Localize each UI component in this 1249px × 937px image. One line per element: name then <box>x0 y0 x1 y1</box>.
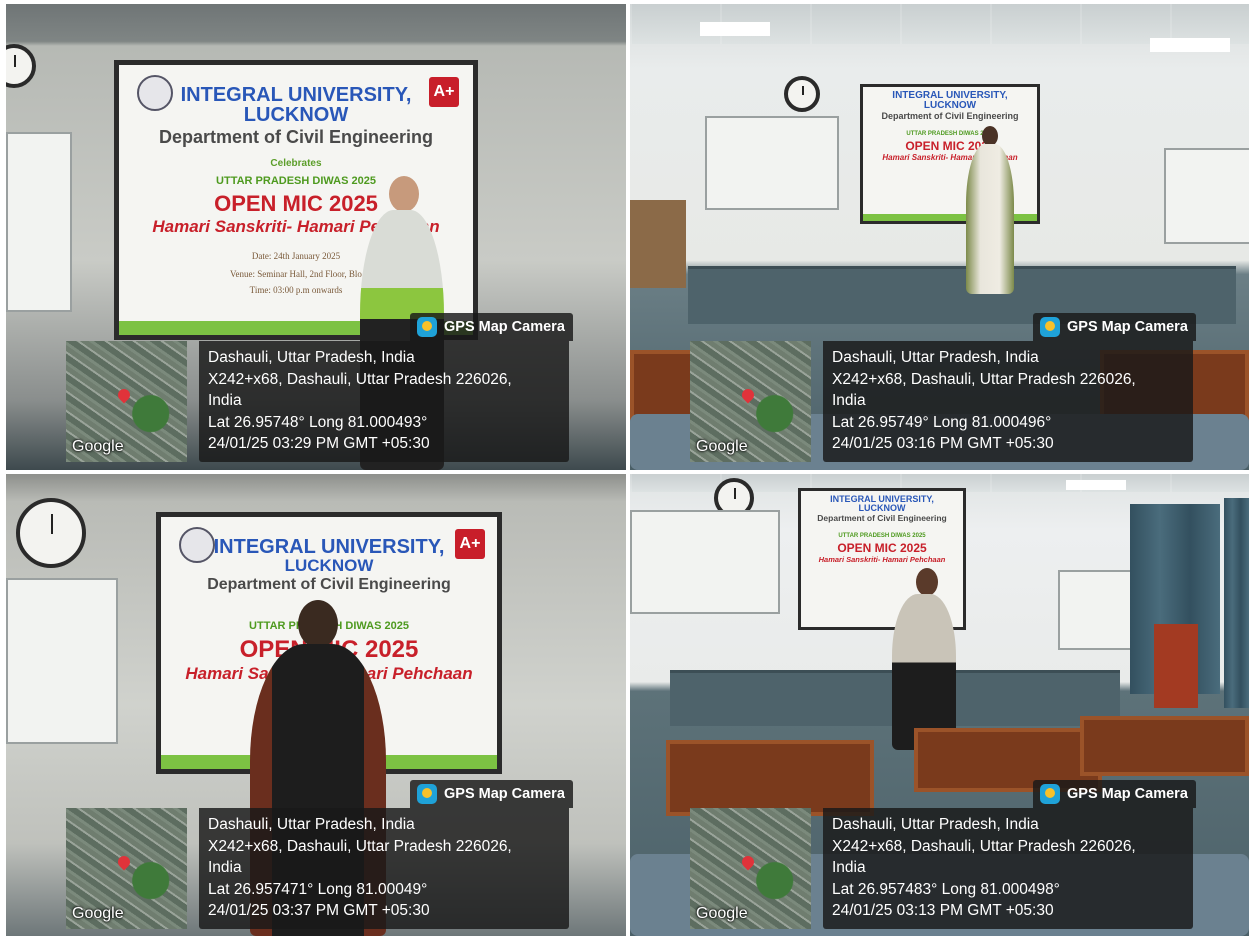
cabinet <box>630 200 686 288</box>
gps-badge-label: GPS Map Camera <box>444 319 565 335</box>
map-thumbnail: Google <box>66 808 187 929</box>
gps-coordinates: Lat 26.957471° Long 81.00049° <box>208 880 428 898</box>
wall-clock <box>16 498 86 568</box>
google-logo: Google <box>72 438 124 455</box>
gps-camera-icon <box>417 317 437 337</box>
map-thumbnail: Google <box>66 341 187 462</box>
slide-title: OPEN MIC 2025 <box>837 541 927 555</box>
gps-info-panel: Dashauli, Uttar Pradesh, India X242+x68,… <box>823 341 1193 462</box>
gps-address: X242+x68, Dashauli, Uttar Pradesh 226026… <box>832 370 1136 388</box>
coffee-table <box>1080 716 1249 776</box>
gps-country: India <box>208 859 242 876</box>
podium <box>1154 624 1198 708</box>
curtain <box>1224 498 1249 708</box>
gps-camera-icon <box>417 784 437 804</box>
gps-place: Dashauli, Uttar Pradesh, India <box>208 816 415 833</box>
slide-department: Department of Civil Engineering <box>158 127 434 147</box>
gps-coordinates: Lat 26.95749° Long 81.000496° <box>832 413 1052 431</box>
coffee-table <box>666 740 874 816</box>
whiteboard <box>6 578 118 744</box>
whiteboard <box>6 132 72 312</box>
speaker-head <box>916 568 938 596</box>
whiteboard <box>630 510 780 614</box>
gps-country: India <box>832 392 866 409</box>
slide-title: OPEN MIC 2025 <box>905 139 995 153</box>
speaker-head <box>982 126 998 146</box>
gps-timestamp: 24/01/25 03:13 PM GMT +05:30 <box>832 902 1054 919</box>
gps-timestamp: 24/01/25 03:16 PM GMT +05:30 <box>832 435 1054 452</box>
gps-place: Dashauli, Uttar Pradesh, India <box>832 816 1039 833</box>
gps-info-panel: Dashauli, Uttar Pradesh, India X242+x68,… <box>823 808 1193 929</box>
gps-address: X242+x68, Dashauli, Uttar Pradesh 226026… <box>832 837 1136 855</box>
gps-country: India <box>832 859 866 876</box>
gps-coordinates: Lat 26.957483° Long 81.000498° <box>832 880 1060 898</box>
university-seal <box>137 75 173 111</box>
gps-camera-icon <box>1040 317 1060 337</box>
gps-badge-label: GPS Map Camera <box>1067 786 1188 802</box>
map-thumbnail: Google <box>690 341 811 462</box>
gps-camera-badge: GPS Map Camera <box>1033 313 1196 341</box>
gps-camera-icon <box>1040 784 1060 804</box>
gps-info-panel: Dashauli, Uttar Pradesh, India X242+x68,… <box>199 808 569 929</box>
speaker <box>966 144 1014 294</box>
slide-tagline: Hamari Sanskriti- Hamari Pehchaan <box>818 555 946 564</box>
slide-city: LUCKNOW <box>284 556 374 575</box>
gps-camera-badge: GPS Map Camera <box>410 780 573 808</box>
gps-timestamp: 24/01/25 03:37 PM GMT +05:30 <box>208 902 430 919</box>
whiteboard <box>705 116 839 210</box>
wall-clock <box>6 44 36 88</box>
gps-badge-label: GPS Map Camera <box>1067 319 1188 335</box>
slide-department: Department of Civil Engineering <box>817 513 947 523</box>
gps-place: Dashauli, Uttar Pradesh, India <box>208 349 415 366</box>
map-thumbnail: Google <box>690 808 811 929</box>
university-seal <box>179 527 215 563</box>
slide-event-line: UTTAR PRADESH DIWAS 2025 <box>216 175 376 187</box>
gps-camera-badge: GPS Map Camera <box>410 313 573 341</box>
gps-address: X242+x68, Dashauli, Uttar Pradesh 226026… <box>208 837 512 855</box>
gps-info-panel: Dashauli, Uttar Pradesh, India X242+x68,… <box>199 341 569 462</box>
photo-speaker-2: INTEGRAL UNIVERSITY, LUCKNOW Department … <box>630 4 1249 470</box>
slide-title: OPEN MIC 2025 <box>214 191 378 216</box>
wall-clock <box>784 76 820 112</box>
whiteboard-right <box>1164 148 1249 244</box>
slide-tagline: Hamari Sanskriti- Hamari Pehchaan <box>882 153 1018 162</box>
grade-badge: A+ <box>455 529 485 559</box>
google-logo: Google <box>696 905 748 922</box>
photo-speaker-1: A+ INTEGRAL UNIVERSITY, LUCKNOW Departme… <box>6 4 626 470</box>
google-logo: Google <box>696 438 748 455</box>
gps-camera-badge: GPS Map Camera <box>1033 780 1196 808</box>
slide-department: Department of Civil Engineering <box>207 576 451 593</box>
ceiling-light <box>1066 480 1126 490</box>
slide-city: LUCKNOW <box>243 104 349 126</box>
gps-place: Dashauli, Uttar Pradesh, India <box>832 349 1039 366</box>
slide-city: LUCKNOW <box>923 100 977 111</box>
ceiling-light <box>700 22 770 36</box>
google-logo: Google <box>72 905 124 922</box>
speaker-head <box>389 176 419 212</box>
slide-department: Department of Civil Engineering <box>881 111 1019 121</box>
gps-country: India <box>208 392 242 409</box>
slide-celebrates: Celebrates <box>270 158 322 169</box>
gps-coordinates: Lat 26.95748° Long 81.000493° <box>208 413 428 431</box>
slide-event-line: UTTAR PRADESH DIWAS 2025 <box>838 533 926 539</box>
slide-event-line: UTTAR PRADESH DIWAS 2025 <box>906 131 994 137</box>
speaker <box>892 594 956 750</box>
ceiling-light <box>1150 38 1230 52</box>
photo-speaker-4: INTEGRAL UNIVERSITY, LUCKNOW Department … <box>630 474 1249 936</box>
speaker-head <box>298 600 338 648</box>
photo-speaker-3: A+ INTEGRAL UNIVERSITY, LUCKNOW Departme… <box>6 474 626 936</box>
gps-badge-label: GPS Map Camera <box>444 786 565 802</box>
gps-address: X242+x68, Dashauli, Uttar Pradesh 226026… <box>208 370 512 388</box>
grade-badge: A+ <box>429 77 459 107</box>
slide-city: LUCKNOW <box>858 503 906 513</box>
gps-timestamp: 24/01/25 03:29 PM GMT +05:30 <box>208 435 430 452</box>
